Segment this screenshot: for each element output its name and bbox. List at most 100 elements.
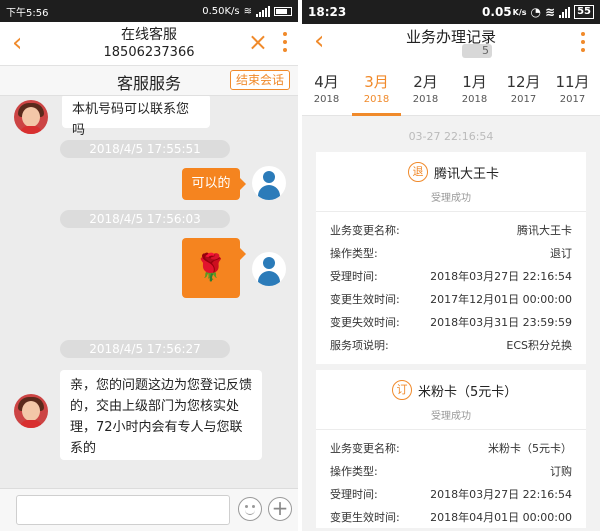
more-menu-icon[interactable] bbox=[580, 32, 586, 52]
active-tab-indicator bbox=[352, 113, 401, 116]
record-timestamp: 03-27 22:16:54 bbox=[408, 130, 494, 143]
row-value: 米粉卡（5元卡） bbox=[488, 442, 572, 455]
tab-month-label: 3月 bbox=[364, 73, 389, 91]
agent-message: 本机号码可以联系您吗 bbox=[62, 96, 210, 138]
record-card[interactable]: 订 米粉卡（5元卡） 受理成功 业务变更名称: 米粉卡（5元卡） 操作类型: 订购 … bbox=[316, 370, 586, 528]
tab-month[interactable]: 11月 2017 bbox=[548, 62, 597, 106]
input-bar: + bbox=[0, 488, 298, 531]
record-card-header: 退 腾讯大王卡 受理成功 bbox=[316, 152, 586, 212]
row-value: ECS积分兑换 bbox=[506, 339, 572, 352]
emoji-icon[interactable] bbox=[238, 497, 262, 521]
row-value: 退订 bbox=[550, 247, 572, 260]
network-speed: 0.05 bbox=[482, 5, 512, 19]
row-key: 变更失效时间: bbox=[330, 316, 400, 329]
rose-icon: 🌹 bbox=[194, 253, 228, 283]
service-subbar: 客服服务 结束会话 bbox=[0, 66, 298, 96]
record-row: 业务变更名称: 米粉卡（5元卡） bbox=[316, 436, 586, 459]
tab-year-label: 2017 bbox=[510, 94, 537, 105]
tab-year-label: 2018 bbox=[412, 94, 439, 105]
row-key: 业务变更名称: bbox=[330, 442, 400, 455]
battery-icon bbox=[274, 6, 292, 16]
record-row: 操作类型: 退订 bbox=[316, 241, 586, 264]
business-records-screen: 18:23 0.05 K/s ◔ ≋ 55 ‹ 业务办理记录 5 4月 2018… bbox=[302, 0, 600, 531]
agent-avatar bbox=[14, 394, 48, 428]
status-bar: 18:23 0.05 K/s ◔ ≋ 55 bbox=[302, 0, 600, 24]
tab-month-label: 1月 bbox=[462, 73, 487, 91]
wifi-icon: ≋ bbox=[545, 5, 556, 19]
wifi-icon: ≋ bbox=[243, 5, 252, 17]
record-card-header: 订 米粉卡（5元卡） 受理成功 bbox=[316, 370, 586, 430]
masked-subtitle: 5 bbox=[462, 44, 492, 58]
product-name: 米粉卡（5元卡） bbox=[418, 385, 518, 400]
status-time: 下午5:56 bbox=[6, 7, 49, 19]
tab-month-label: 4月 bbox=[314, 73, 339, 91]
row-value: 2018年03月27日 22:16:54 bbox=[430, 270, 572, 283]
row-key: 受理时间: bbox=[330, 488, 378, 501]
more-menu-icon[interactable] bbox=[282, 32, 288, 52]
tab-month[interactable]: 2月 2018 bbox=[401, 62, 450, 106]
network-speed-unit: K/s bbox=[512, 7, 527, 17]
row-key: 操作类型: bbox=[330, 465, 378, 478]
agent-avatar bbox=[14, 100, 48, 134]
tab-month-active[interactable]: 3月 2018 bbox=[352, 62, 401, 106]
message-timestamp: 2018/4/5 17:56:27 bbox=[60, 340, 230, 358]
tab-year-label: 2018 bbox=[461, 94, 488, 105]
agent-message: 亲，您的问题这边为您登记反馈的，交由上级部门为您核实处理，72小时内会有专人与您… bbox=[60, 370, 262, 460]
records-header: ‹ 业务办理记录 5 bbox=[302, 24, 600, 62]
tab-month[interactable]: 12月 2017 bbox=[499, 62, 548, 106]
user-avatar bbox=[252, 252, 286, 286]
row-key: 变更生效时间: bbox=[330, 293, 400, 306]
signal-icon bbox=[256, 5, 270, 17]
product-name: 腾讯大王卡 bbox=[434, 167, 500, 182]
user-message: 可以的 bbox=[182, 168, 246, 200]
row-value: 订购 bbox=[550, 465, 572, 478]
tab-month-label: 12月 bbox=[506, 73, 541, 91]
row-key: 业务变更名称: bbox=[330, 224, 400, 237]
record-card[interactable]: 退 腾讯大王卡 受理成功 业务变更名称: 腾讯大王卡 操作类型: 退订 受理时间: 2… bbox=[316, 152, 586, 364]
close-icon[interactable]: × bbox=[248, 27, 268, 57]
row-value: 2018年03月27日 22:16:54 bbox=[430, 488, 572, 501]
record-row: 操作类型: 订购 bbox=[316, 459, 586, 482]
customer-service-chat-screen: 下午5:56 0.50K/s ≋ ‹ 在线客服 18506237366 × 客服… bbox=[0, 0, 298, 531]
row-value: 2017年12月01日 00:00:00 bbox=[430, 293, 572, 306]
tab-month[interactable]: 1月 2018 bbox=[450, 62, 499, 106]
subscribe-badge-icon: 订 bbox=[392, 380, 412, 400]
tab-year-label: 2017 bbox=[559, 94, 586, 105]
record-row: 变更失效时间: 2018年03月31日 23:59:59 bbox=[316, 310, 586, 333]
row-value: 2018年03月31日 23:59:59 bbox=[430, 316, 572, 329]
chat-area[interactable]: 本机号码可以联系您吗 2018/4/5 17:55:51 可以的 2018/4/… bbox=[0, 96, 298, 488]
signal-icon bbox=[559, 6, 571, 18]
tab-year-label: 2018 bbox=[313, 94, 340, 105]
row-value: 腾讯大王卡 bbox=[517, 224, 572, 237]
chat-header: ‹ 在线客服 18506237366 × bbox=[0, 22, 298, 66]
unsubscribe-badge-icon: 退 bbox=[408, 162, 428, 182]
row-key: 受理时间: bbox=[330, 270, 378, 283]
row-key: 服务项说明: bbox=[330, 339, 389, 352]
tab-month-label: 2月 bbox=[413, 73, 438, 91]
battery-level: 55 bbox=[574, 5, 594, 19]
network-speed: 0.50K/s bbox=[202, 5, 240, 17]
status-time: 18:23 bbox=[308, 5, 347, 19]
tab-month-label: 11月 bbox=[555, 73, 590, 91]
record-row: 受理时间: 2018年03月27日 22:16:54 bbox=[316, 482, 586, 505]
record-status: 受理成功 bbox=[431, 193, 471, 204]
alarm-icon: ◔ bbox=[530, 5, 542, 19]
record-status: 受理成功 bbox=[431, 411, 471, 422]
message-input[interactable] bbox=[16, 495, 230, 525]
tab-month[interactable]: 4月 2018 bbox=[302, 62, 351, 106]
user-sticker-message: 🌹 bbox=[182, 238, 246, 298]
status-bar: 下午5:56 0.50K/s ≋ bbox=[0, 0, 298, 22]
month-tabs: 4月 2018 3月 2018 2月 2018 1月 2018 12月 2017… bbox=[302, 62, 600, 116]
record-row: 业务变更名称: 腾讯大王卡 bbox=[316, 218, 586, 241]
page-title: 业务办理记录 bbox=[405, 28, 496, 46]
tab-year-label: 2018 bbox=[363, 94, 390, 105]
record-row: 受理时间: 2018年03月27日 22:16:54 bbox=[316, 264, 586, 287]
row-key: 操作类型: bbox=[330, 247, 378, 260]
record-row: 变更生效时间: 2018年04月01日 00:00:00 bbox=[316, 505, 586, 528]
message-timestamp: 2018/4/5 17:56:03 bbox=[60, 210, 230, 228]
user-avatar bbox=[252, 166, 286, 200]
row-value: 2018年04月01日 00:00:00 bbox=[430, 511, 572, 524]
add-icon[interactable]: + bbox=[268, 497, 292, 521]
end-session-button[interactable]: 结束会话 bbox=[229, 70, 290, 90]
record-row: 服务项说明: ECS积分兑换 bbox=[316, 333, 586, 356]
